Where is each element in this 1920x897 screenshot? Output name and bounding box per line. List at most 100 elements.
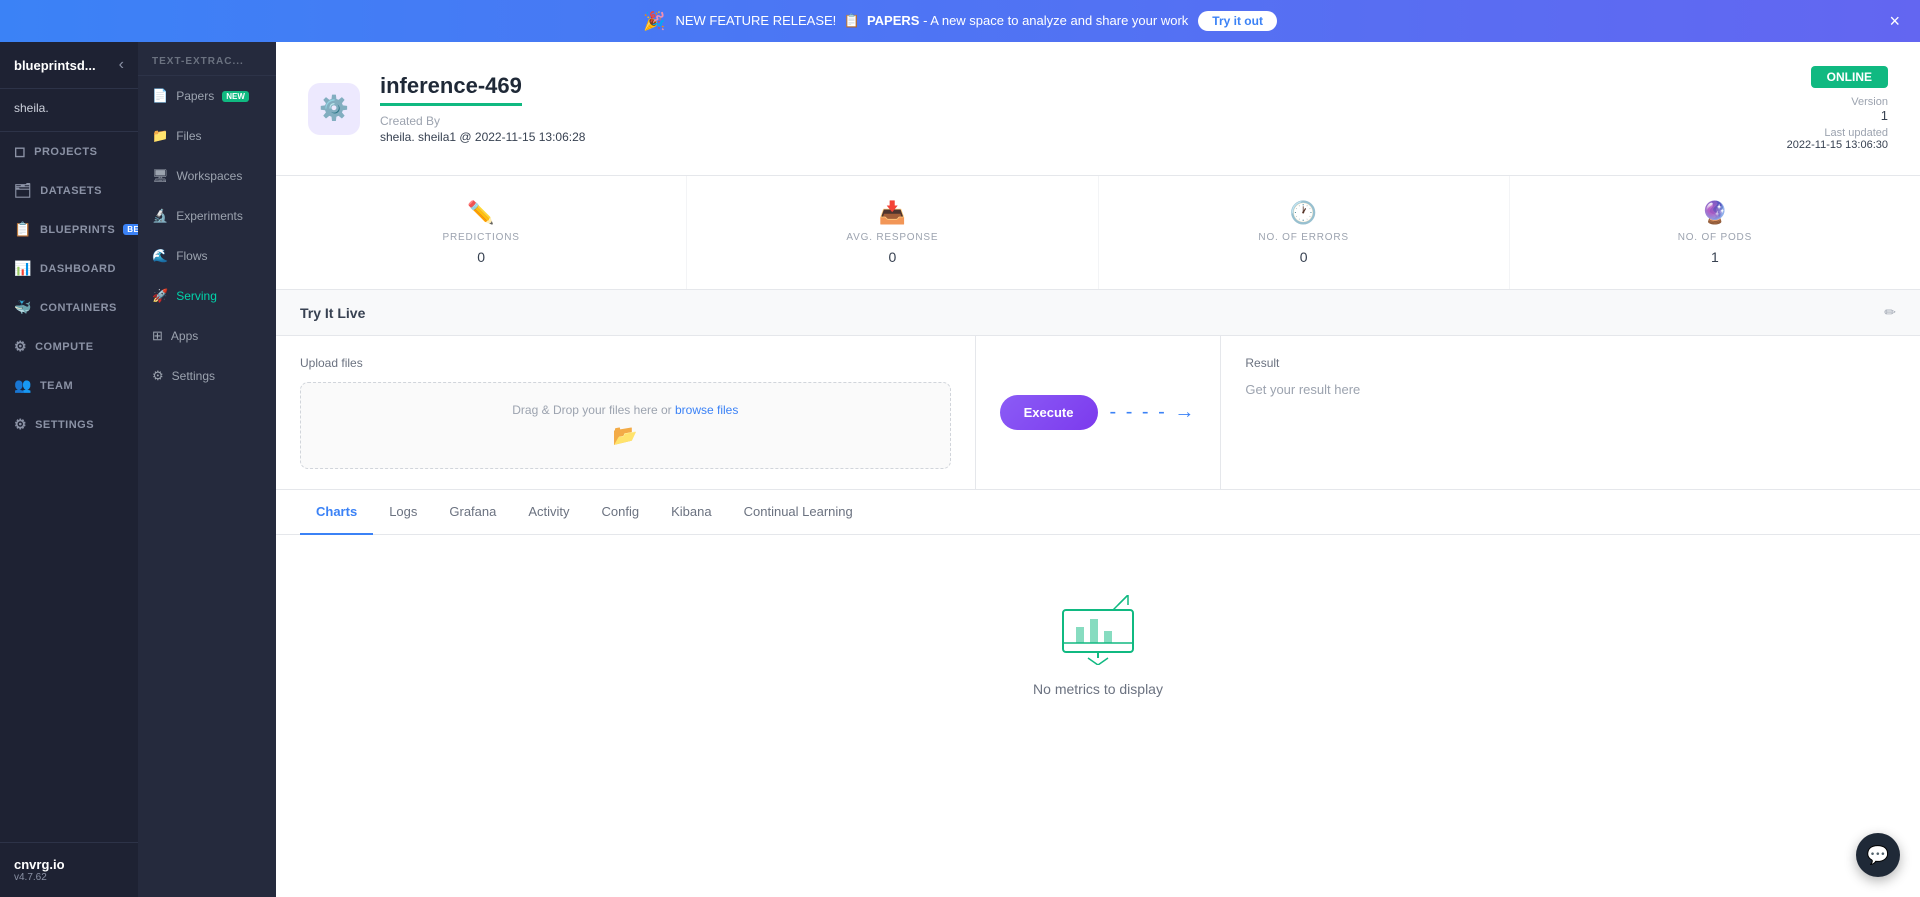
no-metrics-illustration [1058,595,1138,665]
sidebar-item-label: BLUEPRINTS [40,224,115,236]
workspaces-icon: 🖥 [152,168,169,184]
sidebar-second-item-workspaces[interactable]: 🖥 Workspaces [138,156,276,196]
flows-icon: 🌊 [152,248,168,264]
arrow-dashes: - - - - → [1110,401,1197,424]
model-header-card: ⚙️ inference-469 Created By sheila. shei… [276,42,1920,176]
banner-papers-link: PAPERS [867,13,920,28]
no-pods-icon: 🔮 [1534,200,1896,226]
no-pods-value: 1 [1534,249,1896,265]
sidebar-item-team[interactable]: 👥 TEAM [0,366,138,405]
sidebar-second-item-flows[interactable]: 🌊 Flows [138,236,276,276]
execute-button[interactable]: Execute [1000,395,1098,430]
collapse-sidebar-button[interactable]: ‹ [119,56,124,74]
version-value: 1 [1787,108,1888,123]
sidebar-item-label: DATASETS [40,185,102,197]
tab-activity[interactable]: Activity [512,490,585,535]
sidebar-second-item-label: Settings [172,369,215,383]
sidebar-item-label: CONTAINERS [40,302,117,314]
sidebar-item-blueprints[interactable]: 📋 BLUEPRINTS BETA [0,210,138,249]
sidebar-footer: cnvrg.io v4.7.62 [0,842,138,897]
no-metrics-text: No metrics to display [1033,681,1163,697]
sidebar-item-compute[interactable]: ⚙ COMPUTE [0,327,138,366]
tab-config[interactable]: Config [586,490,656,535]
upload-section: Upload files Drag & Drop your files here… [276,336,976,489]
tab-grafana[interactable]: Grafana [433,490,512,535]
predictions-icon: ✏️ [300,200,662,226]
sidebar-item-label: PROJECTS [34,146,97,158]
files-icon: 📁 [152,128,168,144]
version-label: v4.7.62 [14,872,124,883]
sidebar-second-item-label: Experiments [176,209,243,223]
upload-zone[interactable]: Drag & Drop your files here or browse fi… [300,382,951,469]
execute-section: Execute - - - - → [976,336,1221,489]
sidebar-item-label: SETTINGS [35,419,94,431]
avg-response-label: AVG. RESPONSE [711,232,1073,243]
user-name: sheila. [14,101,49,115]
main-content: ⚙️ inference-469 Created By sheila. shei… [276,42,1920,897]
compute-icon: ⚙ [14,338,27,355]
sidebar-second-item-apps[interactable]: ⊞ Apps [138,316,276,356]
try-live-edit-button[interactable]: ✏ [1884,304,1896,321]
no-errors-value: 0 [1123,249,1485,265]
chat-bubble-button[interactable]: 💬 [1856,833,1900,877]
no-metrics-area: No metrics to display [276,535,1920,757]
sidebar-second-item-serving[interactable]: 🚀 Serving [138,276,276,316]
sidebar-second-item-label: Flows [176,249,207,263]
tab-logs[interactable]: Logs [373,490,433,535]
brand-io: cnvrg.io [14,857,124,872]
sidebar-item-dashboard[interactable]: 📊 DASHBOARD [0,249,138,288]
predictions-label: PREDICTIONS [300,232,662,243]
serving-icon: 🚀 [152,288,168,304]
sidebar-item-label: COMPUTE [35,341,94,353]
tab-charts[interactable]: Charts [300,490,373,535]
sidebar-second-item-files[interactable]: 📁 Files [138,116,276,156]
sidebar-second-item-papers[interactable]: 📄 Papers NEW [138,76,276,116]
blueprints-icon: 📋 [14,221,32,238]
browse-files-link[interactable]: browse files [675,403,738,417]
sidebar-second: text-extrac... 📄 Papers NEW 📁 Files 🖥 Wo… [138,42,276,897]
result-label: Result [1245,356,1896,370]
tab-kibana[interactable]: Kibana [655,490,727,535]
user-area: sheila. [0,89,138,132]
stats-row: ✏️ PREDICTIONS 0 📥 AVG. RESPONSE 0 🕐 NO.… [276,176,1920,290]
banner-text: NEW FEATURE RELEASE! 📋 PAPERS - A new sp… [675,13,1188,29]
model-icon: ⚙️ [308,83,360,135]
no-pods-label: NO. OF PODS [1534,232,1896,243]
model-info: inference-469 Created By sheila. sheila1… [380,73,1767,144]
sidebar-item-label: TEAM [40,380,73,392]
tabs-row: Charts Logs Grafana Activity Config Kiba… [276,490,1920,535]
sidebar-left: blueprintsd... ‹ sheila. ◻ PROJECTS 🗂 DA… [0,42,138,897]
try-live-header: Try It Live ✏ [276,290,1920,336]
containers-icon: 🐳 [14,299,32,316]
version-label: Version [1787,96,1888,108]
sidebar-item-settings[interactable]: ⚙ SETTINGS [0,405,138,444]
stat-no-errors: 🕐 NO. OF ERRORS 0 [1099,176,1510,289]
charts-section: Charts Logs Grafana Activity Config Kiba… [276,490,1920,897]
brand-area: blueprintsd... ‹ [0,42,138,89]
drag-drop-text: Drag & Drop your files here or [512,403,675,417]
model-meta: Created By sheila. sheila1 @ 2022-11-15 … [380,114,1767,144]
settings-icon: ⚙ [14,416,27,433]
result-placeholder: Get your result here [1245,382,1896,397]
apps-icon: ⊞ [152,328,163,344]
try-it-out-button[interactable]: Try it out [1198,11,1277,31]
dashboard-icon: 📊 [14,260,32,277]
last-updated-value: 2022-11-15 13:06:30 [1787,139,1888,151]
created-by-value: sheila. sheila1 @ 2022-11-15 13:06:28 [380,130,1767,144]
sidebar-second-item-experiments[interactable]: 🔬 Experiments [138,196,276,236]
try-live-body: Upload files Drag & Drop your files here… [276,336,1920,489]
stat-no-pods: 🔮 NO. OF PODS 1 [1510,176,1920,289]
sidebar-second-item-label: Apps [171,329,198,343]
sidebar-second-item-label: Papers [176,89,214,103]
experiments-icon: 🔬 [152,208,168,224]
avg-response-icon: 📥 [711,200,1073,226]
sidebar-item-datasets[interactable]: 🗂 DATASETS [0,171,138,210]
tab-continual-learning[interactable]: Continual Learning [728,490,869,535]
predictions-value: 0 [300,249,662,265]
model-name: inference-469 [380,73,522,106]
stat-avg-response: 📥 AVG. RESPONSE 0 [687,176,1098,289]
sidebar-second-item-settings[interactable]: ⚙ Settings [138,356,276,396]
sidebar-item-projects[interactable]: ◻ PROJECTS [0,132,138,171]
sidebar-item-containers[interactable]: 🐳 CONTAINERS [0,288,138,327]
banner-close-button[interactable]: × [1889,11,1900,32]
